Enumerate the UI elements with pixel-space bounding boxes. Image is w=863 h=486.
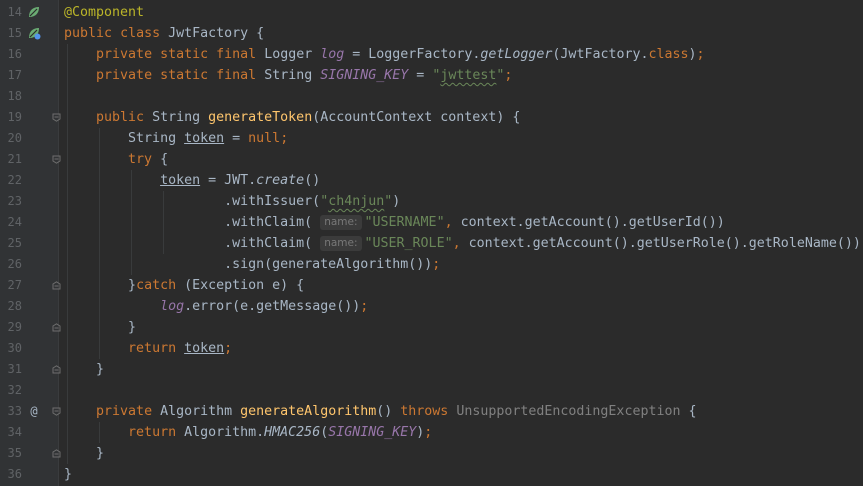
indent-guide (99, 422, 100, 443)
code-line[interactable]: 14 @Component (0, 2, 863, 23)
code-line[interactable]: 21 try { (0, 149, 863, 170)
spring-bean-icon[interactable] (27, 26, 41, 40)
code-line[interactable]: 22 token = JWT.create() (0, 170, 863, 191)
indent-guide (99, 128, 100, 359)
line-number: 14 (7, 5, 22, 19)
code-line[interactable]: 28 log.error(e.getMessage()); (0, 296, 863, 317)
code-text[interactable]: private Algorithm generateAlgorithm() th… (64, 401, 696, 422)
line-number: 23 (7, 194, 22, 208)
param-hint: name: (320, 236, 362, 251)
line-number: 24 (7, 215, 22, 229)
line-number: 25 (7, 236, 22, 250)
fold-start-icon[interactable] (52, 407, 61, 416)
code-text[interactable]: .withClaim( name: "USER_ROLE", context.ge… (64, 233, 861, 254)
indent-guide (163, 191, 164, 254)
line-number: 31 (7, 362, 22, 376)
code-text[interactable]: String token = null; (64, 128, 288, 149)
code-line[interactable]: 26 .sign(generateAlgorithm()); (0, 254, 863, 275)
code-text[interactable]: } (64, 359, 104, 380)
code-line[interactable]: 36} (0, 464, 863, 485)
fold-start-icon[interactable] (52, 113, 61, 122)
code-text[interactable]: public String generateToken(AccountConte… (64, 107, 520, 128)
line-number: 27 (7, 278, 22, 292)
line-number: 28 (7, 299, 22, 313)
code-line[interactable]: 15 public class JwtFactory { (0, 23, 863, 44)
fold-end-icon[interactable] (52, 365, 61, 374)
code-line[interactable]: 23 .withIssuer("ch4njun") (0, 191, 863, 212)
indent-guide (131, 170, 132, 275)
code-line[interactable]: 35 } (0, 443, 863, 464)
code-text[interactable]: public class JwtFactory { (64, 23, 264, 44)
fold-end-icon[interactable] (52, 323, 61, 332)
code-text[interactable]: .sign(generateAlgorithm()); (64, 254, 440, 275)
line-number: 18 (7, 89, 22, 103)
code-line[interactable]: 33 @ private Algorithm generateAlgorithm(… (0, 401, 863, 422)
line-number: 16 (7, 47, 22, 61)
code-text[interactable]: private static final Logger log = Logger… (64, 44, 705, 65)
code-line[interactable]: 34 return Algorithm.HMAC256(SIGNING_KEY)… (0, 422, 863, 443)
code-text[interactable]: @Component (64, 2, 144, 23)
fold-end-icon[interactable] (52, 449, 61, 458)
param-hint: name: (320, 215, 362, 230)
code-line[interactable]: 32 (0, 380, 863, 401)
code-line[interactable]: 20 String token = null; (0, 128, 863, 149)
code-text[interactable]: return Algorithm.HMAC256(SIGNING_KEY); (64, 422, 432, 443)
code-text[interactable]: } (64, 443, 104, 464)
code-line[interactable]: 29 } (0, 317, 863, 338)
line-number: 17 (7, 68, 22, 82)
line-number: 34 (7, 425, 22, 439)
code-text[interactable]: try { (64, 149, 168, 170)
spring-bean-icon[interactable] (27, 5, 41, 19)
fold-end-icon[interactable] (52, 281, 61, 290)
code-line[interactable]: 30 return token; (0, 338, 863, 359)
code-text[interactable]: log.error(e.getMessage()); (64, 296, 368, 317)
at-icon[interactable]: @ (27, 404, 41, 418)
line-number: 26 (7, 257, 22, 271)
line-number: 21 (7, 152, 22, 166)
line-number: 36 (7, 467, 22, 481)
indent-guide (67, 44, 68, 464)
line-number: 30 (7, 341, 22, 355)
code-line[interactable]: 19 public String generateToken(AccountCo… (0, 107, 863, 128)
line-number: 32 (7, 383, 22, 397)
code-text[interactable]: .withIssuer("ch4njun") (64, 191, 400, 212)
line-number: 33 (7, 404, 22, 418)
code-line[interactable]: 24 .withClaim( name: "USERNAME", context.… (0, 212, 863, 233)
code-editor[interactable]: 14 @Component 15 public class JwtFactory {1… (0, 0, 863, 486)
line-number: 19 (7, 110, 22, 124)
code-text[interactable]: private static final String SIGNING_KEY … (64, 65, 512, 86)
code-line[interactable]: 31 } (0, 359, 863, 380)
code-line[interactable]: 17 private static final String SIGNING_K… (0, 65, 863, 86)
code-line[interactable]: 25 .withClaim( name: "USER_ROLE", context… (0, 233, 863, 254)
line-number: 22 (7, 173, 22, 187)
code-text[interactable]: token = JWT.create() (64, 170, 320, 191)
code-text[interactable]: }catch (Exception e) { (64, 275, 304, 296)
code-line[interactable]: 27 }catch (Exception e) { (0, 275, 863, 296)
code-text[interactable]: } (64, 317, 136, 338)
line-number: 20 (7, 131, 22, 145)
code-text[interactable]: return token; (64, 338, 232, 359)
code-line[interactable]: 18 (0, 86, 863, 107)
code-text[interactable]: } (64, 464, 72, 485)
fold-start-icon[interactable] (52, 155, 61, 164)
line-number: 15 (7, 26, 22, 40)
code-line[interactable]: 16 private static final Logger log = Log… (0, 44, 863, 65)
line-number: 29 (7, 320, 22, 334)
line-number: 35 (7, 446, 22, 460)
